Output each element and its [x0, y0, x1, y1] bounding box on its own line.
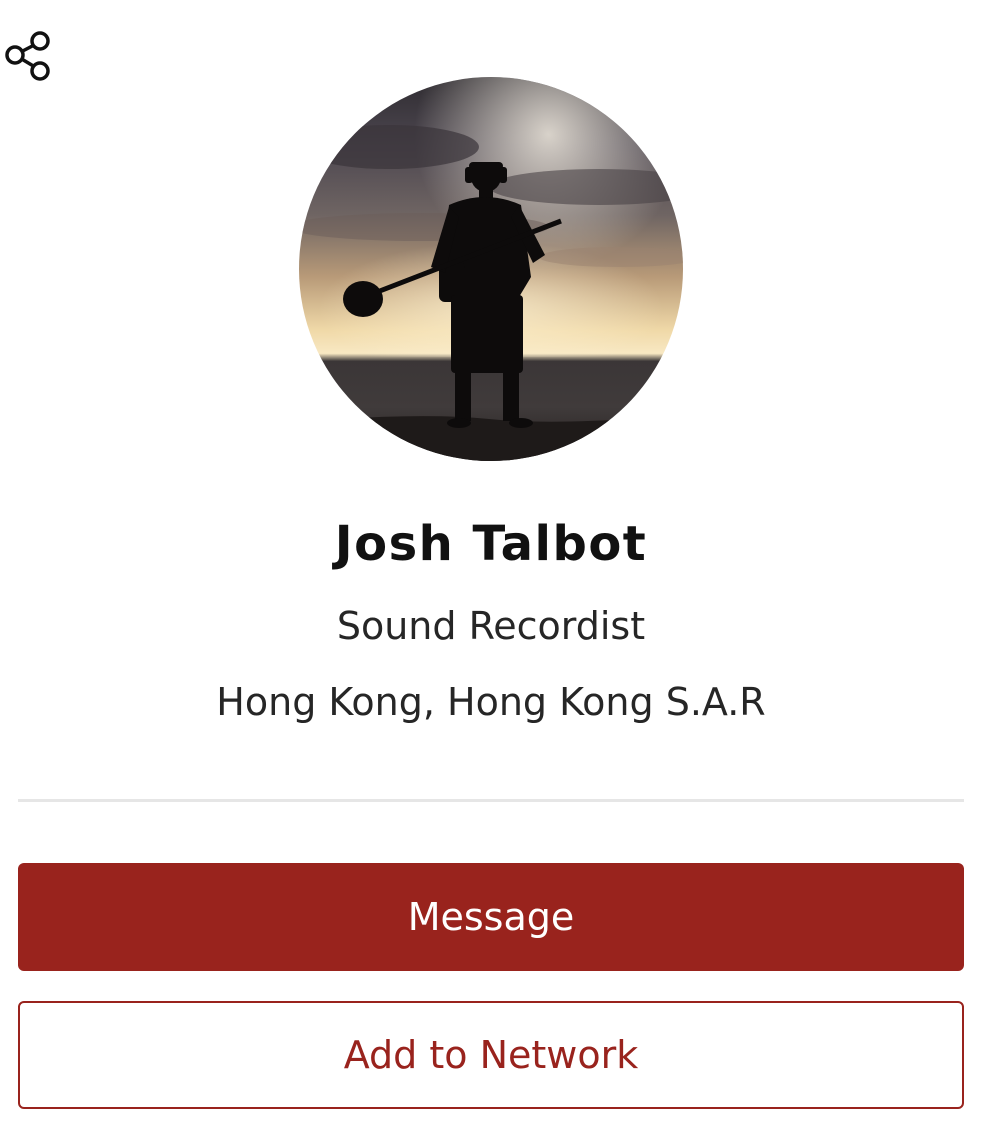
profile-role: Sound Recordist: [336, 604, 646, 648]
message-button[interactable]: Message: [18, 863, 964, 971]
avatar: [299, 77, 683, 461]
profile-photo: [299, 77, 683, 461]
profile-location: Hong Kong, Hong Kong S.A.R: [216, 680, 766, 724]
share-icon: [5, 31, 50, 81]
profile-name: Josh Talbot: [334, 516, 648, 572]
add-to-network-button[interactable]: Add to Network: [18, 1001, 964, 1109]
divider: [18, 799, 964, 802]
share-button[interactable]: [2, 28, 56, 84]
